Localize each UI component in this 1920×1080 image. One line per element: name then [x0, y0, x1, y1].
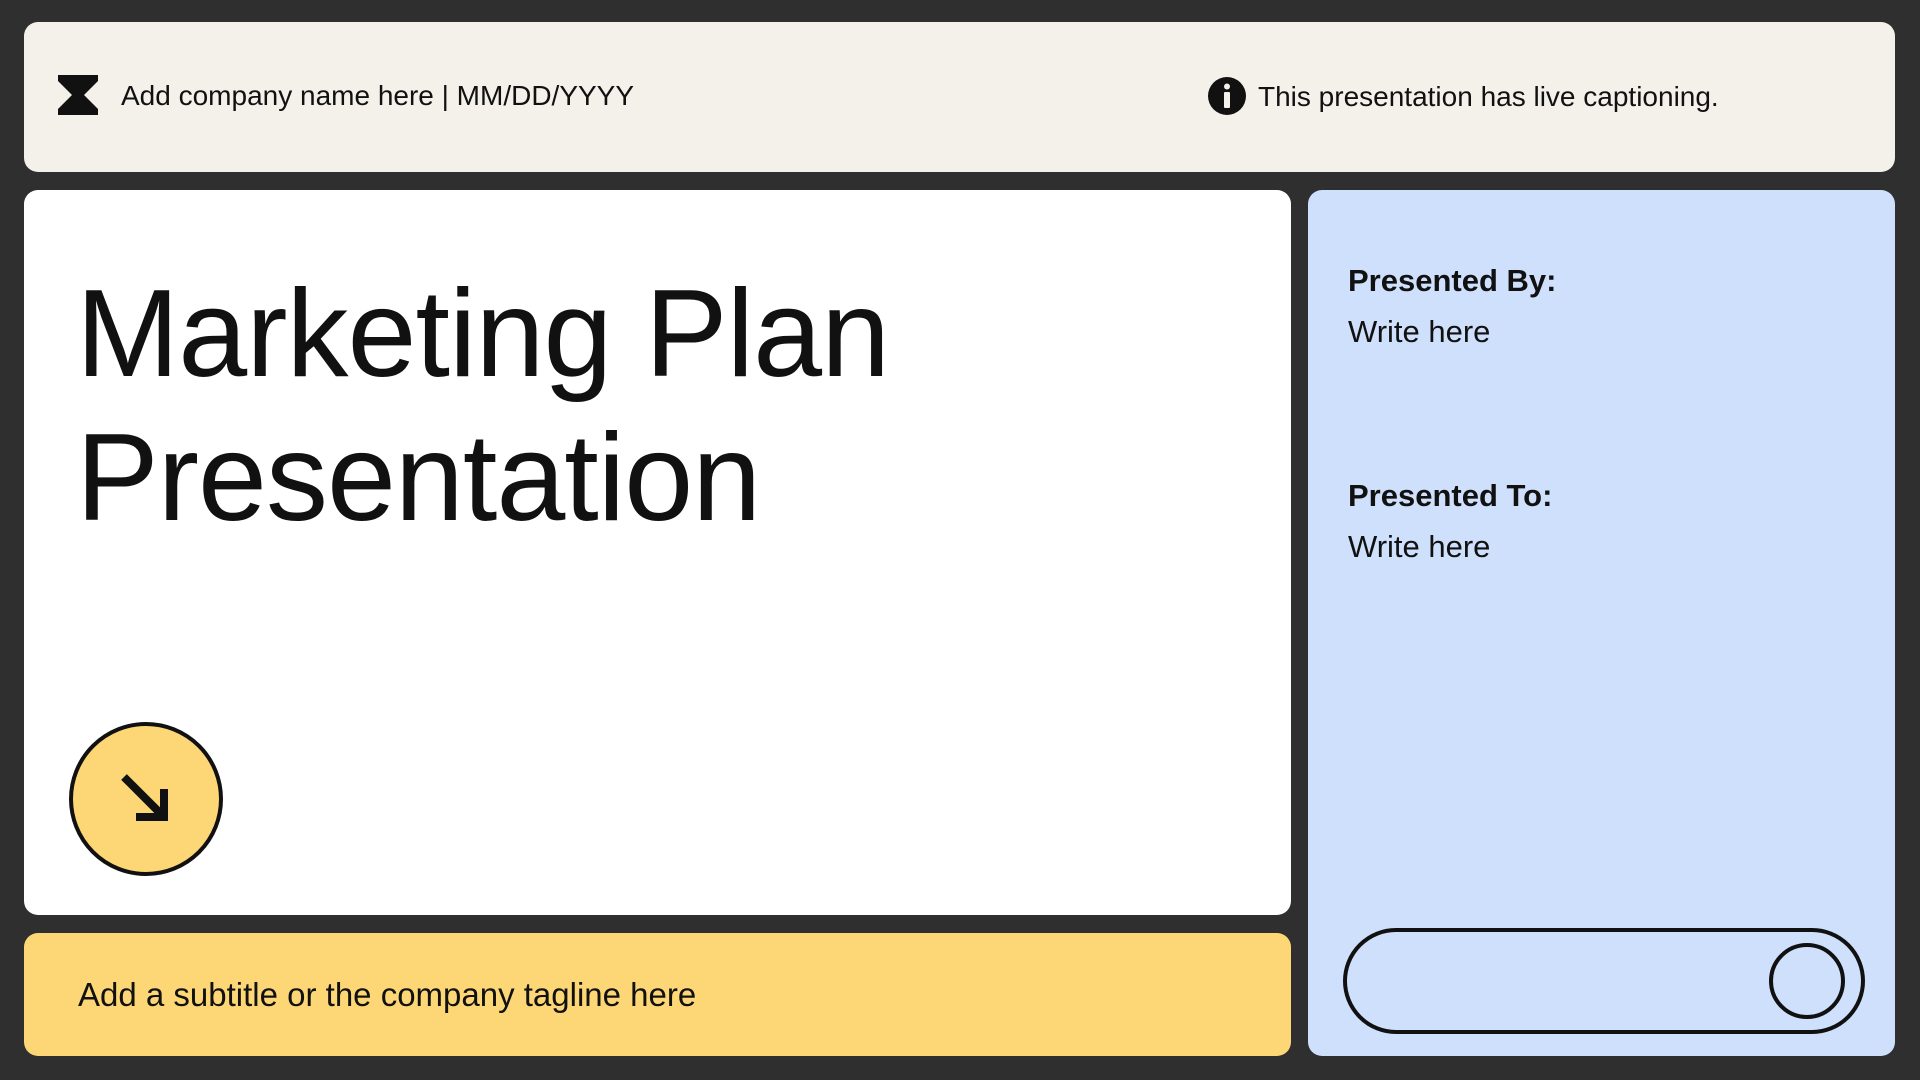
next-arrow-button[interactable] — [69, 722, 223, 876]
presentation-title: Marketing Plan Presentation — [76, 262, 890, 550]
title-line-1: Marketing Plan — [76, 265, 890, 403]
title-card: Marketing Plan Presentation — [24, 190, 1291, 915]
arrow-down-right-icon — [121, 774, 168, 821]
presented-by-label: Presented By: — [1348, 263, 1557, 298]
subtitle-text: Add a subtitle or the company tagline he… — [78, 976, 697, 1013]
presented-to-value[interactable]: Write here — [1348, 529, 1490, 565]
presented-by-value[interactable]: Write here — [1348, 314, 1490, 350]
info-icon[interactable] — [1207, 76, 1247, 116]
toggle-knob[interactable] — [1769, 943, 1845, 1019]
toggle-switch[interactable] — [1343, 928, 1865, 1034]
company-date-text: Add company name here | MM/DD/YYYY — [121, 80, 635, 111]
title-line-2: Presentation — [76, 409, 761, 547]
live-captioning-notice: This presentation has live captioning. — [1258, 81, 1719, 112]
top-bar: Add company name here | MM/DD/YYYY This … — [24, 22, 1895, 172]
presented-to-label: Presented To: — [1348, 478, 1553, 513]
presenter-panel: Presented By: Write here Presented To: W… — [1308, 190, 1895, 1056]
subtitle-bar: Add a subtitle or the company tagline he… — [24, 933, 1291, 1056]
hourglass-icon — [58, 75, 98, 115]
